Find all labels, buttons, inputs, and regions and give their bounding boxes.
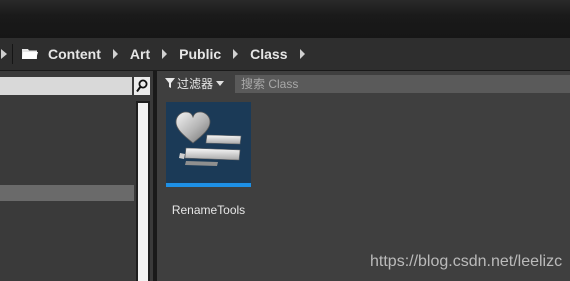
top-toolbar	[0, 0, 570, 39]
filter-icon	[165, 78, 175, 88]
scrollbar-thumb[interactable]	[138, 103, 148, 281]
breadcrumb-content[interactable]: Content	[48, 46, 101, 62]
chevron-right-icon[interactable]	[112, 49, 118, 59]
history-arrow-icon[interactable]	[1, 49, 7, 59]
folder-tree-panel	[0, 71, 153, 281]
folder-search-input[interactable]	[0, 77, 132, 95]
breadcrumb-class[interactable]: Class	[250, 46, 287, 62]
asset-search-input[interactable]	[235, 75, 570, 93]
folder-tree-selected-item[interactable]	[0, 185, 134, 201]
watermark-text: https://blog.csdn.net/leelizc	[370, 253, 563, 270]
search-button[interactable]	[134, 77, 150, 95]
path-separator	[12, 44, 13, 64]
breadcrumb: Content Art Public Class	[22, 38, 317, 70]
asset-view-panel: 过滤器 搜索 Class RenameTools	[157, 71, 570, 281]
search-icon	[136, 79, 148, 93]
filters-button[interactable]: 过滤器	[165, 74, 225, 92]
breadcrumb-public[interactable]: Public	[179, 46, 221, 62]
breadcrumb-art[interactable]: Art	[130, 46, 150, 62]
filters-label: 过滤器	[177, 76, 214, 91]
chevron-right-icon[interactable]	[233, 49, 239, 59]
heart-text-blueprint-icon	[175, 111, 242, 166]
asset-thumbnail	[166, 102, 251, 183]
chevron-right-icon[interactable]	[299, 49, 305, 59]
asset-name-label: RenameTools	[171, 203, 246, 217]
chevron-right-icon[interactable]	[162, 49, 168, 59]
path-bar: Content Art Public Class	[0, 38, 570, 71]
asset-type-color-bar	[166, 183, 251, 187]
asset-tile[interactable]	[166, 102, 251, 187]
chevron-down-icon	[216, 80, 225, 86]
folder-open-icon[interactable]	[22, 48, 38, 60]
